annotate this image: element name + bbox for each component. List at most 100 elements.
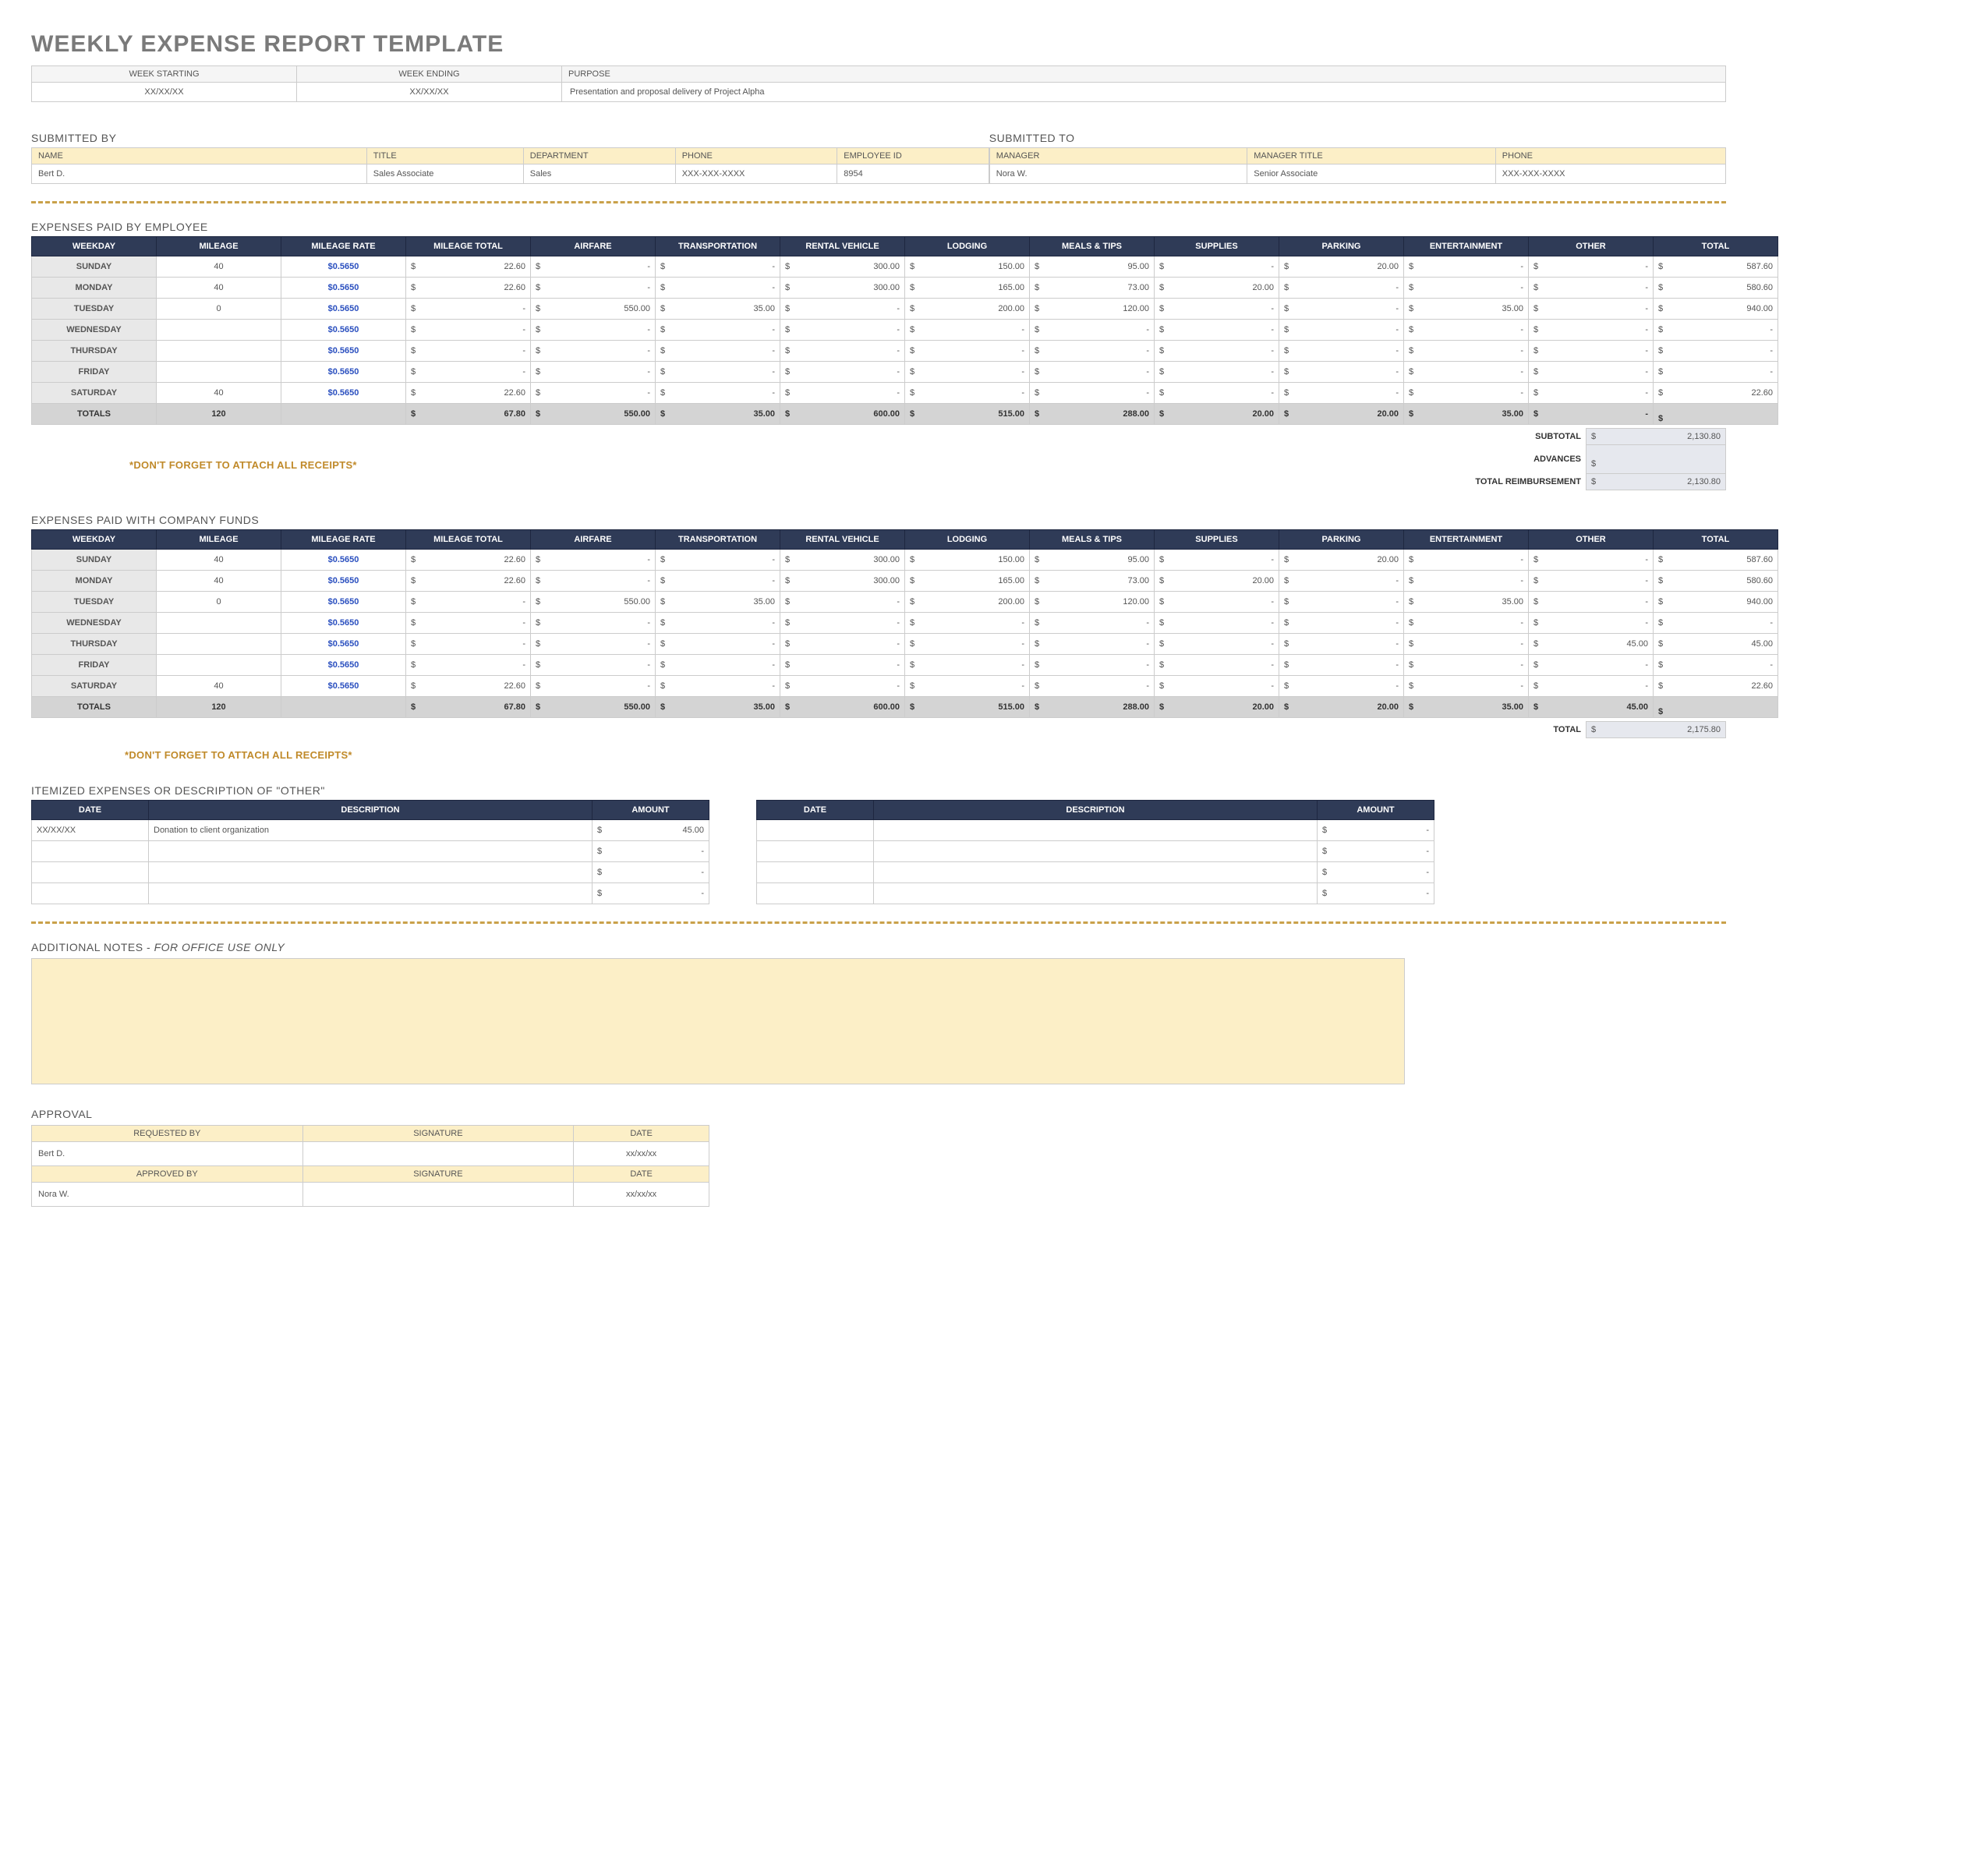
itemized-amt[interactable]: 45.00 bbox=[593, 820, 709, 841]
money-cell[interactable]: - bbox=[656, 613, 780, 634]
money-cell[interactable]: - bbox=[656, 634, 780, 655]
money-cell[interactable]: - bbox=[1155, 256, 1279, 278]
money-cell[interactable]: 22.60 bbox=[406, 383, 531, 404]
money-cell[interactable]: - bbox=[531, 320, 656, 341]
money-cell[interactable]: 22.60 bbox=[406, 278, 531, 299]
money-cell[interactable]: - bbox=[406, 655, 531, 676]
money-cell[interactable]: 45.00 bbox=[1529, 634, 1654, 655]
money-cell[interactable]: 22.60 bbox=[1654, 676, 1778, 697]
money-cell[interactable]: 95.00 bbox=[1030, 550, 1155, 571]
approval-req-name[interactable]: Bert D. bbox=[32, 1142, 303, 1166]
money-cell[interactable]: - bbox=[531, 613, 656, 634]
sb-emp[interactable]: 8954 bbox=[837, 164, 989, 184]
mileage-cell[interactable]: 40 bbox=[157, 383, 281, 404]
money-cell[interactable]: - bbox=[1404, 383, 1529, 404]
mileage-cell[interactable]: 40 bbox=[157, 676, 281, 697]
money-cell[interactable]: 35.00 bbox=[1404, 592, 1529, 613]
money-cell[interactable]: - bbox=[1529, 383, 1654, 404]
sb-name[interactable]: Bert D. bbox=[32, 164, 367, 184]
money-cell[interactable]: 587.60 bbox=[1654, 256, 1778, 278]
money-cell[interactable]: - bbox=[406, 634, 531, 655]
itemized-desc[interactable] bbox=[874, 883, 1318, 904]
money-cell[interactable]: 73.00 bbox=[1030, 278, 1155, 299]
money-cell[interactable]: - bbox=[1279, 299, 1404, 320]
money-cell[interactable]: - bbox=[1529, 550, 1654, 571]
money-cell[interactable]: - bbox=[1030, 362, 1155, 383]
money-cell[interactable]: 300.00 bbox=[780, 571, 905, 592]
money-cell[interactable]: 35.00 bbox=[656, 299, 780, 320]
money-cell[interactable]: - bbox=[1030, 341, 1155, 362]
notes-box[interactable] bbox=[31, 958, 1405, 1084]
money-cell[interactable]: - bbox=[1654, 613, 1778, 634]
money-cell[interactable]: - bbox=[531, 634, 656, 655]
itemized-date[interactable] bbox=[757, 820, 874, 841]
money-cell[interactable]: 120.00 bbox=[1030, 592, 1155, 613]
money-cell[interactable]: - bbox=[1404, 634, 1529, 655]
money-cell[interactable]: - bbox=[1404, 320, 1529, 341]
money-cell[interactable]: 580.60 bbox=[1654, 278, 1778, 299]
itemized-date[interactable]: XX/XX/XX bbox=[32, 820, 149, 841]
money-cell[interactable]: - bbox=[1155, 655, 1279, 676]
money-cell[interactable]: - bbox=[656, 550, 780, 571]
sb-dept[interactable]: Sales bbox=[523, 164, 675, 184]
money-cell[interactable]: - bbox=[1529, 320, 1654, 341]
money-cell[interactable]: 120.00 bbox=[1030, 299, 1155, 320]
money-cell[interactable]: - bbox=[656, 278, 780, 299]
money-cell[interactable]: 940.00 bbox=[1654, 592, 1778, 613]
money-cell[interactable]: 22.60 bbox=[406, 571, 531, 592]
money-cell[interactable]: - bbox=[1155, 362, 1279, 383]
money-cell[interactable]: - bbox=[1155, 341, 1279, 362]
itemized-amt[interactable]: - bbox=[1318, 883, 1434, 904]
itemized-desc[interactable] bbox=[149, 883, 593, 904]
money-cell[interactable]: 20.00 bbox=[1279, 550, 1404, 571]
money-cell[interactable]: 200.00 bbox=[905, 299, 1030, 320]
money-cell[interactable]: 20.00 bbox=[1279, 256, 1404, 278]
mileage-cell[interactable] bbox=[157, 634, 281, 655]
money-cell[interactable]: 300.00 bbox=[780, 550, 905, 571]
st-title[interactable]: Senior Associate bbox=[1247, 164, 1496, 184]
money-cell[interactable]: 22.60 bbox=[406, 256, 531, 278]
money-cell[interactable]: - bbox=[1404, 676, 1529, 697]
money-cell[interactable]: - bbox=[1030, 613, 1155, 634]
money-cell[interactable]: - bbox=[780, 341, 905, 362]
money-cell[interactable]: - bbox=[1529, 571, 1654, 592]
money-cell[interactable]: - bbox=[1529, 256, 1654, 278]
money-cell[interactable]: - bbox=[656, 362, 780, 383]
money-cell[interactable]: 150.00 bbox=[905, 550, 1030, 571]
money-cell[interactable]: - bbox=[1155, 676, 1279, 697]
money-cell[interactable]: 35.00 bbox=[1404, 299, 1529, 320]
money-cell[interactable]: - bbox=[656, 341, 780, 362]
money-cell[interactable]: 22.60 bbox=[406, 676, 531, 697]
money-cell[interactable]: - bbox=[1404, 256, 1529, 278]
money-cell[interactable]: - bbox=[1279, 320, 1404, 341]
money-cell[interactable]: 587.60 bbox=[1654, 550, 1778, 571]
itemized-date[interactable] bbox=[757, 841, 874, 862]
money-cell[interactable]: - bbox=[531, 676, 656, 697]
itemized-desc[interactable] bbox=[874, 820, 1318, 841]
mileage-cell[interactable]: 0 bbox=[157, 592, 281, 613]
money-cell[interactable]: 20.00 bbox=[1155, 571, 1279, 592]
money-cell[interactable]: - bbox=[1404, 613, 1529, 634]
money-cell[interactable]: 550.00 bbox=[531, 299, 656, 320]
mileage-cell[interactable] bbox=[157, 320, 281, 341]
money-cell[interactable]: - bbox=[905, 634, 1030, 655]
approval-app-sig[interactable] bbox=[302, 1183, 574, 1207]
mileage-cell[interactable] bbox=[157, 362, 281, 383]
money-cell[interactable]: - bbox=[1279, 278, 1404, 299]
money-cell[interactable]: - bbox=[1654, 362, 1778, 383]
money-cell[interactable]: - bbox=[1529, 362, 1654, 383]
money-cell[interactable]: - bbox=[905, 676, 1030, 697]
money-cell[interactable]: - bbox=[1030, 676, 1155, 697]
itemized-amt[interactable]: - bbox=[593, 862, 709, 883]
mileage-cell[interactable] bbox=[157, 341, 281, 362]
money-cell[interactable]: - bbox=[1404, 278, 1529, 299]
money-cell[interactable]: - bbox=[905, 341, 1030, 362]
money-cell[interactable]: - bbox=[1155, 613, 1279, 634]
money-cell[interactable]: - bbox=[656, 655, 780, 676]
money-cell[interactable]: 580.60 bbox=[1654, 571, 1778, 592]
money-cell[interactable]: - bbox=[656, 571, 780, 592]
money-cell[interactable]: - bbox=[406, 320, 531, 341]
itemized-date[interactable] bbox=[32, 883, 149, 904]
money-cell[interactable]: 300.00 bbox=[780, 278, 905, 299]
money-cell[interactable]: - bbox=[1155, 550, 1279, 571]
